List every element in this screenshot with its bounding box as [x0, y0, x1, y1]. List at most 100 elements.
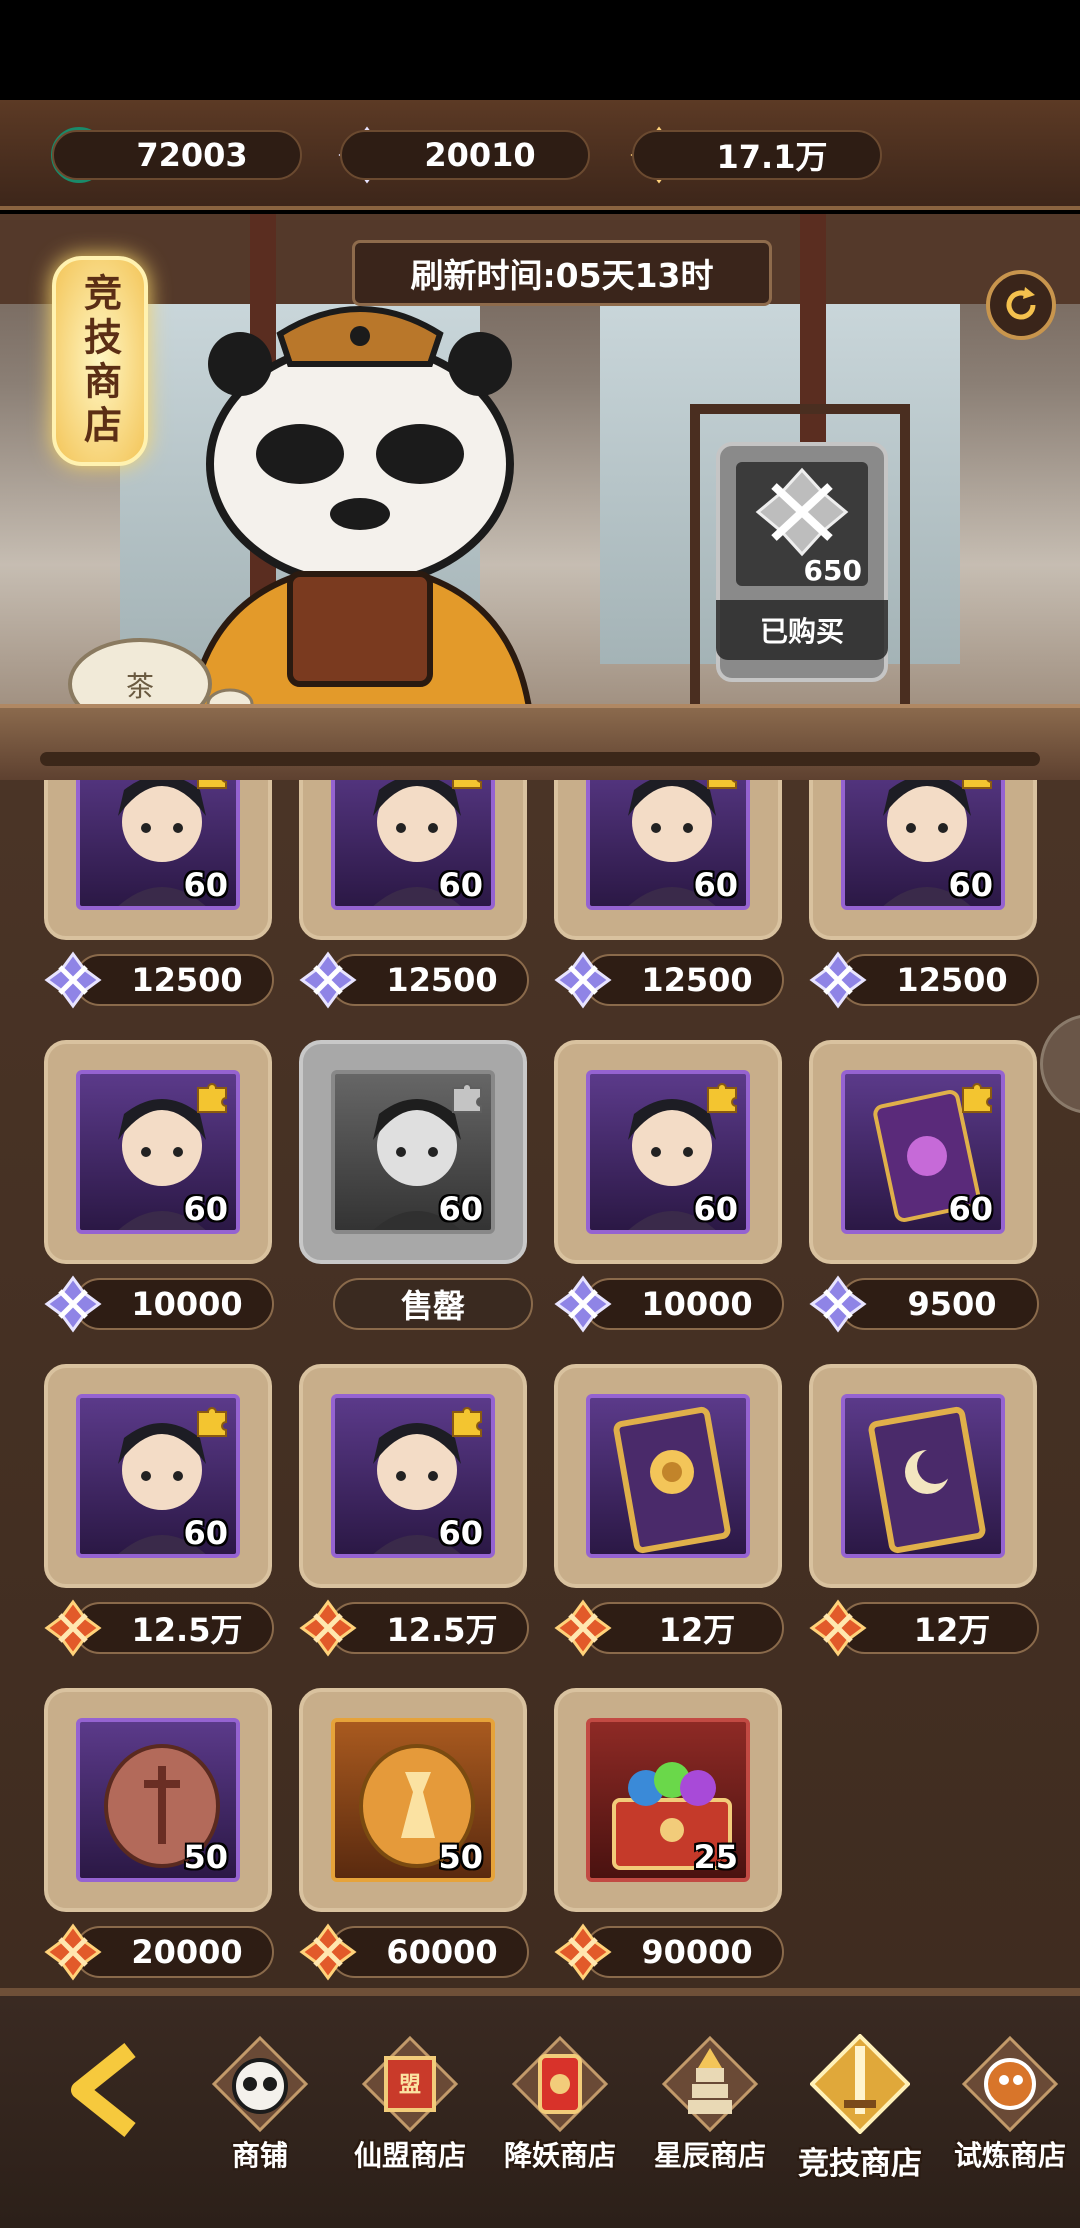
- fragment-puzzle-icon: [707, 780, 737, 789]
- item-card[interactable]: 60: [299, 1364, 527, 1588]
- price-pill: 12500: [584, 954, 784, 1006]
- shop-tab-bar: 商铺 盟 仙盟商店 降妖商店 星辰商店 竞技商店 试炼商店: [0, 1988, 1080, 2228]
- sold-out-label: 售罄: [333, 1278, 533, 1330]
- shop-item[interactable]: 12万: [809, 1364, 1039, 1664]
- currency-gem-value: 17.1万: [632, 130, 882, 180]
- item-art: 60: [586, 780, 750, 910]
- item-card[interactable]: 60: [554, 780, 782, 940]
- shop-item[interactable]: 50 60000: [299, 1688, 529, 1988]
- shop-item[interactable]: 60 12500: [44, 780, 274, 1016]
- item-card[interactable]: 50: [299, 1688, 527, 1912]
- fragment-puzzle-icon: [452, 1083, 482, 1113]
- svg-text:茶: 茶: [126, 670, 154, 703]
- fragment-puzzle-icon: [197, 1083, 227, 1113]
- item-count: 50: [183, 1838, 228, 1876]
- tab-shop[interactable]: 商铺: [185, 2024, 335, 2214]
- fragment-puzzle-icon: [452, 780, 482, 789]
- price-value: 60000: [386, 1933, 498, 1971]
- fragment-puzzle-icon: [197, 780, 227, 789]
- item-card[interactable]: [554, 1364, 782, 1588]
- back-arrow-icon[interactable]: [60, 2040, 160, 2140]
- tab-demon-shop[interactable]: 降妖商店: [485, 2024, 635, 2214]
- price-pill: 12500: [329, 954, 529, 1006]
- shop-name-text: 竞技商店: [77, 273, 122, 449]
- item-card[interactable]: 50: [44, 1688, 272, 1912]
- shop-banner: 竞技商店 刷新时间:05天13时 茶 650 已购买: [0, 214, 1080, 780]
- item-art: [841, 1394, 1005, 1558]
- item-art: 60: [841, 1070, 1005, 1234]
- item-art: 60: [586, 1070, 750, 1234]
- featured-item-count: 650: [803, 554, 862, 587]
- tab-label: 仙盟商店: [353, 2139, 466, 2172]
- refresh-icon: [1006, 287, 1036, 320]
- trial-shop-icon: [961, 2035, 1059, 2133]
- tab-star-shop[interactable]: 星辰商店: [635, 2024, 785, 2214]
- shop-item[interactable]: 60 9500: [809, 1040, 1039, 1340]
- shop-item[interactable]: 60 12500: [809, 780, 1039, 1016]
- tab-label: 试炼商店: [953, 2139, 1066, 2172]
- price-value: 9500: [907, 1285, 997, 1323]
- red-gem-icon: [299, 1599, 357, 1657]
- red-gem-icon: [809, 1599, 867, 1657]
- arena-crystal-icon: [44, 951, 102, 1009]
- price-value: 90000: [641, 1933, 753, 1971]
- item-card[interactable]: 60: [44, 1364, 272, 1588]
- price-pill: 20000: [74, 1926, 274, 1978]
- refresh-button[interactable]: [986, 270, 1056, 340]
- arena-crystal-icon: [554, 951, 612, 1009]
- price-pill: 12500: [839, 954, 1039, 1006]
- price-pill: 10000: [74, 1278, 274, 1330]
- price-value: 10000: [641, 1285, 753, 1323]
- item-count: 60: [438, 866, 483, 904]
- item-count: 25: [693, 1838, 738, 1876]
- svg-text:盟: 盟: [399, 2073, 421, 2098]
- item-card[interactable]: 60: [44, 780, 272, 940]
- item-count: 60: [693, 866, 738, 904]
- shop-item[interactable]: 60 12.5万: [44, 1364, 274, 1664]
- shop-item[interactable]: 60 12.5万: [299, 1364, 529, 1664]
- item-art: 25: [586, 1718, 750, 1882]
- item-count: 50: [438, 1838, 483, 1876]
- item-card[interactable]: 60: [809, 1040, 1037, 1264]
- fragment-puzzle-icon: [962, 1083, 992, 1113]
- currency-crystal-value: 20010: [340, 130, 590, 180]
- alliance-shop-icon: 盟: [361, 2035, 459, 2133]
- item-card[interactable]: 60: [44, 1040, 272, 1264]
- price-value: 12500: [386, 961, 498, 999]
- demon-shop-icon: [511, 2035, 609, 2133]
- shop-item[interactable]: 60 10000: [44, 1040, 274, 1340]
- price-pill: 90000: [584, 1926, 784, 1978]
- shop-item[interactable]: 60 12500: [554, 780, 784, 1016]
- tab-label: 降妖商店: [503, 2139, 616, 2172]
- tab-arena-shop[interactable]: 竞技商店: [785, 2024, 935, 2214]
- purchased-label: 已购买: [716, 600, 888, 660]
- item-art: 50: [331, 1718, 495, 1882]
- arena-crystal-icon: [809, 951, 867, 1009]
- item-art: 60: [76, 1394, 240, 1558]
- red-gem-icon: [554, 1599, 612, 1657]
- arena-sword-icon: [810, 2034, 910, 2134]
- shop-item[interactable]: 60 10000: [554, 1040, 784, 1340]
- item-count: 60: [693, 1190, 738, 1228]
- shop-item[interactable]: 25 90000: [554, 1688, 784, 1988]
- shop-item[interactable]: 12万: [554, 1364, 784, 1664]
- shop-item[interactable]: 50 20000: [44, 1688, 274, 1988]
- item-card[interactable]: [809, 1364, 1037, 1588]
- item-card[interactable]: 60: [554, 1040, 782, 1264]
- price-pill: 12万: [584, 1602, 784, 1654]
- tab-label: 星辰商店: [653, 2139, 766, 2172]
- shop-item[interactable]: 60 售罄: [299, 1040, 533, 1340]
- price-value: 12500: [896, 961, 1008, 999]
- tab-label: 商铺: [231, 2139, 288, 2172]
- price-pill: 9500: [839, 1278, 1039, 1330]
- price-value: 12万: [658, 1611, 736, 1649]
- panda-shop-icon: [211, 2035, 309, 2133]
- tab-label: 竞技商店: [798, 2146, 922, 2182]
- item-card[interactable]: 25: [554, 1688, 782, 1912]
- tab-alliance-shop[interactable]: 盟 仙盟商店: [335, 2024, 485, 2214]
- tab-trial-shop[interactable]: 试炼商店: [935, 2024, 1080, 2214]
- item-card[interactable]: 60: [809, 780, 1037, 940]
- shop-item[interactable]: 60 12500: [299, 780, 529, 1016]
- item-card[interactable]: 60: [299, 780, 527, 940]
- item-card[interactable]: 60: [299, 1040, 527, 1264]
